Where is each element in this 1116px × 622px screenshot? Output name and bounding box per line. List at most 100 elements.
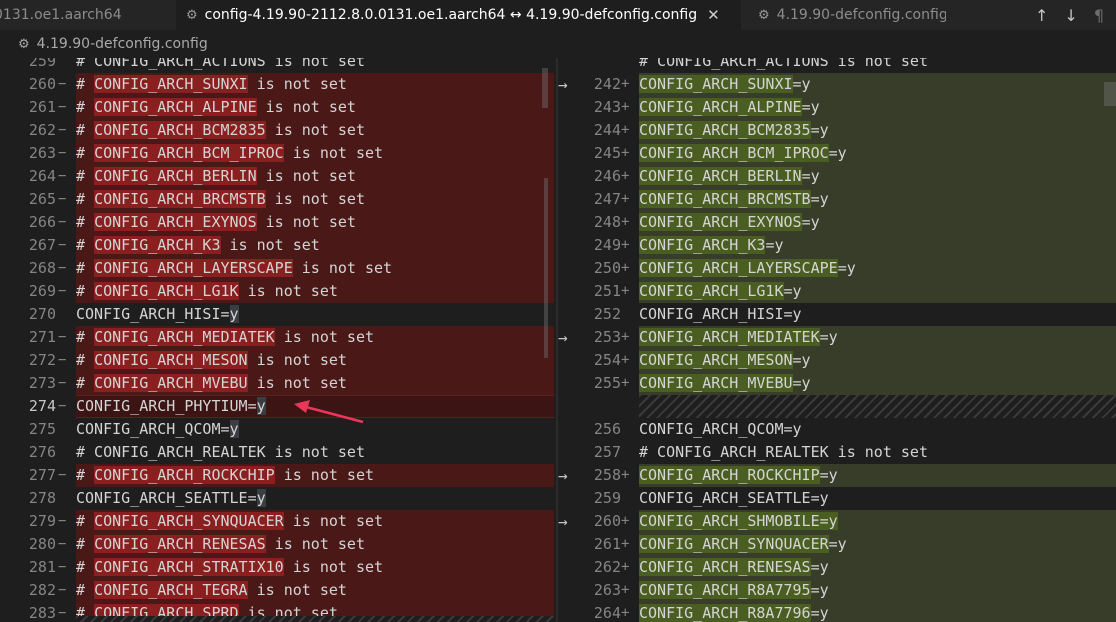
line-number: 274 [28, 396, 56, 415]
text-segment: =y [819, 327, 838, 346]
right-scroll-thumb[interactable] [1104, 82, 1116, 106]
diff-line[interactable]: 276 # CONFIG_ARCH_REALTEK is not set [0, 441, 556, 464]
text-segment: is not set [247, 350, 347, 369]
diff-line[interactable]: 260 + → CONFIG_ARCH_SHMOBILE=y [558, 509, 1116, 533]
line-number: 252 [593, 304, 621, 323]
diff-line[interactable]: 273− # CONFIG_ARCH_MVEBU is not set [0, 371, 556, 395]
changed-text: CONFIG_ARCH_ALPINE [639, 97, 802, 116]
line-number: 271 [28, 327, 56, 346]
diff-line[interactable]: 281− # CONFIG_ARCH_STRATIX10 is not set [0, 555, 556, 579]
text-segment: =y [810, 120, 829, 139]
paragraph-icon[interactable]: ¶ [1094, 6, 1104, 25]
text-segment: =y [810, 557, 829, 576]
diff-line[interactable]: 254 + CONFIG_ARCH_MESON=y [558, 348, 1116, 372]
diff-line[interactable]: 258 + → CONFIG_ARCH_ROCKCHIP=y [558, 463, 1116, 487]
diff-line[interactable]: 267− # CONFIG_ARCH_K3 is not set [0, 233, 556, 257]
diff-line[interactable]: 259 CONFIG_ARCH_SEATTLE=y [558, 487, 1116, 510]
line-text: # CONFIG_ARCH_SUNXI is not set [76, 73, 347, 96]
line-number: 254 [593, 350, 621, 369]
diff-line[interactable]: 275 CONFIG_ARCH_QCOM=y [0, 418, 556, 441]
diff-line[interactable]: 247 + CONFIG_ARCH_BRCMSTB=y [558, 187, 1116, 211]
diff-line[interactable]: 244 + CONFIG_ARCH_BCM2835=y [558, 118, 1116, 142]
diff-line[interactable]: 251 + CONFIG_ARCH_LG1K=y [558, 279, 1116, 303]
diff-line[interactable]: 245 + CONFIG_ARCH_BCM_IPROC=y [558, 141, 1116, 165]
changed-text: CONFIG_ARCH_MVEBU [94, 373, 248, 392]
changed-text: CONFIG_ARCH_MVEBU [639, 373, 793, 392]
changed-text: CONFIG_ARCH_SYNQUACER [94, 511, 284, 530]
text-segment: # [76, 189, 95, 208]
diff-line[interactable]: 252 CONFIG_ARCH_HISI=y [558, 303, 1116, 326]
diff-line[interactable]: 260− # CONFIG_ARCH_SUNXI is not set [0, 72, 556, 96]
diff-line[interactable]: 262 + CONFIG_ARCH_RENESAS=y [558, 555, 1116, 579]
revert-arrow-icon[interactable]: → [558, 73, 568, 96]
diff-line[interactable]: 264 + CONFIG_ARCH_R8A7796=y [558, 601, 1116, 622]
original-editor[interactable]: 259 # CONFIG_ARCH_ACTIONS is not set 260− #… [0, 58, 556, 622]
diff-line[interactable]: 255 + CONFIG_ARCH_MVEBU=y [558, 371, 1116, 395]
tab-diff-active[interactable]: ⚙ config-4.19.90-2112.8.0.0131.oe1.aarch… [176, 0, 741, 30]
modified-editor[interactable]: # CONFIG_ARCH_ACTIONS is not set 242 + → CON… [558, 58, 1116, 622]
added-marker: + [621, 213, 630, 230]
line-number: 264 [28, 166, 56, 185]
diff-line[interactable]: 261− # CONFIG_ARCH_ALPINE is not set [0, 95, 556, 119]
added-marker: + [621, 190, 630, 207]
line-number: 256 [593, 419, 621, 438]
diff-line[interactable]: 253 + → CONFIG_ARCH_MEDIATEK=y [558, 325, 1116, 349]
revert-arrow-icon[interactable]: → [558, 510, 568, 533]
arrow-down-icon[interactable]: ↓ [1064, 6, 1077, 25]
breadcrumb-file[interactable]: 4.19.90-defconfig.config [37, 36, 208, 52]
diff-line[interactable]: 250 + CONFIG_ARCH_LAYERSCAPE=y [558, 256, 1116, 280]
tab-defconfig[interactable]: ⚙ 4.19.90-defconfig.config [746, 0, 946, 30]
line-number: 267 [28, 235, 56, 254]
diff-line[interactable]: 263− # CONFIG_ARCH_BCM_IPROC is not set [0, 141, 556, 165]
left-scroll-thumb[interactable] [542, 68, 548, 108]
diff-line[interactable]: 262− # CONFIG_ARCH_BCM2835 is not set [0, 118, 556, 142]
revert-arrow-icon[interactable]: → [558, 464, 568, 487]
diff-line[interactable]: 278 CONFIG_ARCH_SEATTLE=y [0, 487, 556, 510]
line-number: 251 [593, 281, 621, 300]
diff-line[interactable]: 268− # CONFIG_ARCH_LAYERSCAPE is not set [0, 256, 556, 280]
left-scroll-thumb-2[interactable] [544, 178, 548, 358]
diff-line[interactable]: 261 + CONFIG_ARCH_SYNQUACER=y [558, 532, 1116, 556]
diff-line[interactable]: 264− # CONFIG_ARCH_BERLIN is not set [0, 164, 556, 188]
diff-line[interactable]: 248 + CONFIG_ARCH_EXYNOS=y [558, 210, 1116, 234]
line-number: 260 [28, 74, 56, 93]
diff-line[interactable]: 280− # CONFIG_ARCH_RENESAS is not set [0, 532, 556, 556]
diff-line[interactable]: 256 CONFIG_ARCH_QCOM=y [558, 418, 1116, 441]
close-icon[interactable]: ✕ [707, 6, 720, 24]
diff-line[interactable]: 269− # CONFIG_ARCH_LG1K is not set [0, 279, 556, 303]
diff-line[interactable]: 271− # CONFIG_ARCH_MEDIATEK is not set [0, 325, 556, 349]
diff-line[interactable]: 274− CONFIG_ARCH_PHYTIUM=y [0, 394, 556, 418]
diff-line[interactable]: 243 + CONFIG_ARCH_ALPINE=y [558, 95, 1116, 119]
diff-line[interactable]: 249 + CONFIG_ARCH_K3=y [558, 233, 1116, 257]
diff-line[interactable]: 242 + → CONFIG_ARCH_SUNXI=y [558, 72, 1116, 96]
diff-line[interactable]: 246 + CONFIG_ARCH_BERLIN=y [558, 164, 1116, 188]
diff-line[interactable] [558, 394, 1116, 418]
diff-line[interactable]: # CONFIG_ARCH_ACTIONS is not set [558, 58, 1116, 73]
line-text: # CONFIG_ARCH_BCM_IPROC is not set [76, 142, 383, 165]
tab-left-config[interactable]: 0131.oe1.aarch64 [0, 0, 154, 30]
diff-line[interactable]: 282− # CONFIG_ARCH_TEGRA is not set [0, 578, 556, 602]
line-number: 263 [28, 143, 56, 162]
diff-line[interactable]: 265− # CONFIG_ARCH_BRCMSTB is not set [0, 187, 556, 211]
diff-line[interactable]: 277− # CONFIG_ARCH_ROCKCHIP is not set [0, 463, 556, 487]
diff-line[interactable]: 257 # CONFIG_ARCH_REALTEK is not set [558, 441, 1116, 464]
diff-line[interactable]: 279− # CONFIG_ARCH_SYNQUACER is not set [0, 509, 556, 533]
text-segment: =y [765, 235, 784, 254]
diff-line[interactable]: 270 CONFIG_ARCH_HISI=y [0, 303, 556, 326]
right-scrollbar[interactable] [1104, 58, 1116, 622]
text-segment: is not set [256, 97, 356, 116]
left-scrollbar[interactable] [538, 58, 548, 622]
line-number: 244 [593, 120, 621, 139]
line-text: CONFIG_ARCH_MVEBU=y [639, 372, 811, 395]
arrow-up-icon[interactable]: ↑ [1035, 6, 1048, 25]
revert-arrow-icon[interactable]: → [558, 326, 568, 349]
diff-line[interactable]: 259 # CONFIG_ARCH_ACTIONS is not set [0, 58, 556, 73]
diff-line[interactable]: 266− # CONFIG_ARCH_EXYNOS is not set [0, 210, 556, 234]
diff-line[interactable]: 272− # CONFIG_ARCH_MESON is not set [0, 348, 556, 372]
removed-marker: − [58, 351, 67, 368]
diff-line[interactable]: 263 + CONFIG_ARCH_R8A7795=y [558, 578, 1116, 602]
changed-text: y [256, 488, 266, 507]
changed-text: CONFIG_ARCH_BERLIN [639, 166, 802, 185]
text: # CONFIG_ARCH_ACTIONS is not set [76, 58, 365, 70]
changed-text: CONFIG_ARCH_LG1K [639, 281, 784, 300]
